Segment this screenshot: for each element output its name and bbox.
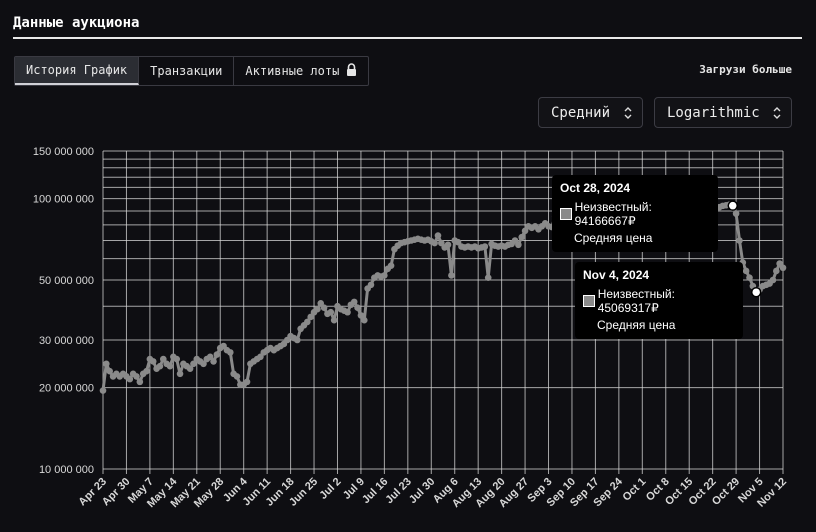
y-tick-label: 150 000 000 xyxy=(33,146,94,158)
data-point xyxy=(448,272,455,279)
data-point xyxy=(773,267,780,275)
data-point xyxy=(156,362,164,370)
tooltip-value: Неизвестный: 94166667₽ xyxy=(574,200,652,228)
data-point xyxy=(226,349,234,356)
tooltip-date: Oct 28, 2024 xyxy=(560,181,631,195)
data-point xyxy=(381,272,388,279)
data-point xyxy=(314,305,321,313)
y-tick-label: 30 000 000 xyxy=(39,335,94,347)
data-point xyxy=(354,304,361,311)
series-swatch xyxy=(583,295,595,307)
data-point xyxy=(233,373,241,380)
tooltip-value: Неизвестный: 45069317₽ xyxy=(597,287,675,315)
data-point xyxy=(746,274,753,281)
y-axis-labels: 10 000 000 20 000 000 30 000 000 50 000 000… xyxy=(33,146,94,476)
data-point xyxy=(293,336,301,344)
data-point xyxy=(360,316,368,324)
data-point xyxy=(149,358,157,365)
data-point xyxy=(367,281,375,289)
y-tick-label: 10 000 000 xyxy=(39,464,94,476)
x-tick-label: Oct 1 xyxy=(620,476,648,504)
y-tick-label: 100 000 000 xyxy=(33,194,94,206)
data-point xyxy=(484,274,492,281)
data-point xyxy=(330,316,338,324)
tooltip-nov-4: Nov 4, 2024 Неизвестный: 45069317₽ Средн… xyxy=(575,262,743,339)
data-point xyxy=(99,387,107,394)
series-swatch xyxy=(560,208,572,220)
x-tick-label: Jul 2 xyxy=(317,476,343,502)
data-point xyxy=(481,243,489,250)
data-point xyxy=(213,351,221,358)
y-tick-label: 20 000 000 xyxy=(39,383,94,395)
data-point xyxy=(434,232,442,239)
data-point xyxy=(431,239,438,247)
data-point xyxy=(350,298,358,306)
data-point xyxy=(769,276,777,284)
y-tick-label: 50 000 000 xyxy=(39,275,94,287)
x-axis-labels: Apr 23Apr 30May 7May 14May 21May 28Jun 4… xyxy=(76,475,789,510)
data-point xyxy=(732,210,740,217)
data-point xyxy=(779,264,787,272)
data-point xyxy=(320,304,328,311)
data-point xyxy=(173,355,180,363)
data-point xyxy=(518,233,526,241)
highlighted-point xyxy=(727,200,739,211)
data-point xyxy=(742,267,750,275)
data-point xyxy=(210,358,217,365)
data-point xyxy=(736,237,743,244)
data-point xyxy=(444,241,452,249)
data-point xyxy=(136,378,144,386)
tooltip-date: Nov 4, 2024 xyxy=(583,268,650,282)
data-point xyxy=(344,308,351,316)
tooltip-caption: Средняя цена xyxy=(597,318,676,332)
data-point xyxy=(515,241,522,249)
data-point xyxy=(387,262,395,269)
data-point xyxy=(133,373,140,380)
data-point xyxy=(327,308,335,316)
data-point xyxy=(103,360,110,368)
x-tick-label: Jul 30 xyxy=(407,476,438,507)
tooltip-caption: Средняя цена xyxy=(574,231,653,245)
data-point xyxy=(243,378,251,386)
data-point xyxy=(166,362,174,370)
data-point xyxy=(176,370,184,378)
tooltip-oct-28: Oct 28, 2024 Неизвестный: 94166667₽ Сред… xyxy=(552,175,718,252)
highlighted-point xyxy=(750,286,762,298)
data-point xyxy=(143,367,150,375)
